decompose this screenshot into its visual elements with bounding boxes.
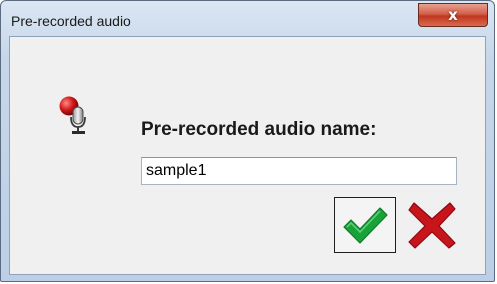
- window-title: Pre-recorded audio: [11, 13, 131, 29]
- close-icon: x: [448, 6, 458, 24]
- close-button[interactable]: x: [418, 3, 488, 27]
- title-bar[interactable]: Pre-recorded audio x: [1, 1, 494, 37]
- green-checkmark-icon: [343, 207, 388, 244]
- red-x-icon: [408, 202, 456, 249]
- cancel-button[interactable]: [404, 197, 460, 253]
- audio-name-label: Pre-recorded audio name:: [141, 119, 377, 140]
- ok-button[interactable]: [334, 197, 396, 253]
- microphone-icon: [56, 95, 96, 135]
- dialog-body: Pre-recorded audio name:: [9, 36, 486, 275]
- audio-name-input[interactable]: [141, 157, 457, 185]
- dialog-window: Pre-recorded audio x Pre-recorded audio …: [0, 0, 495, 282]
